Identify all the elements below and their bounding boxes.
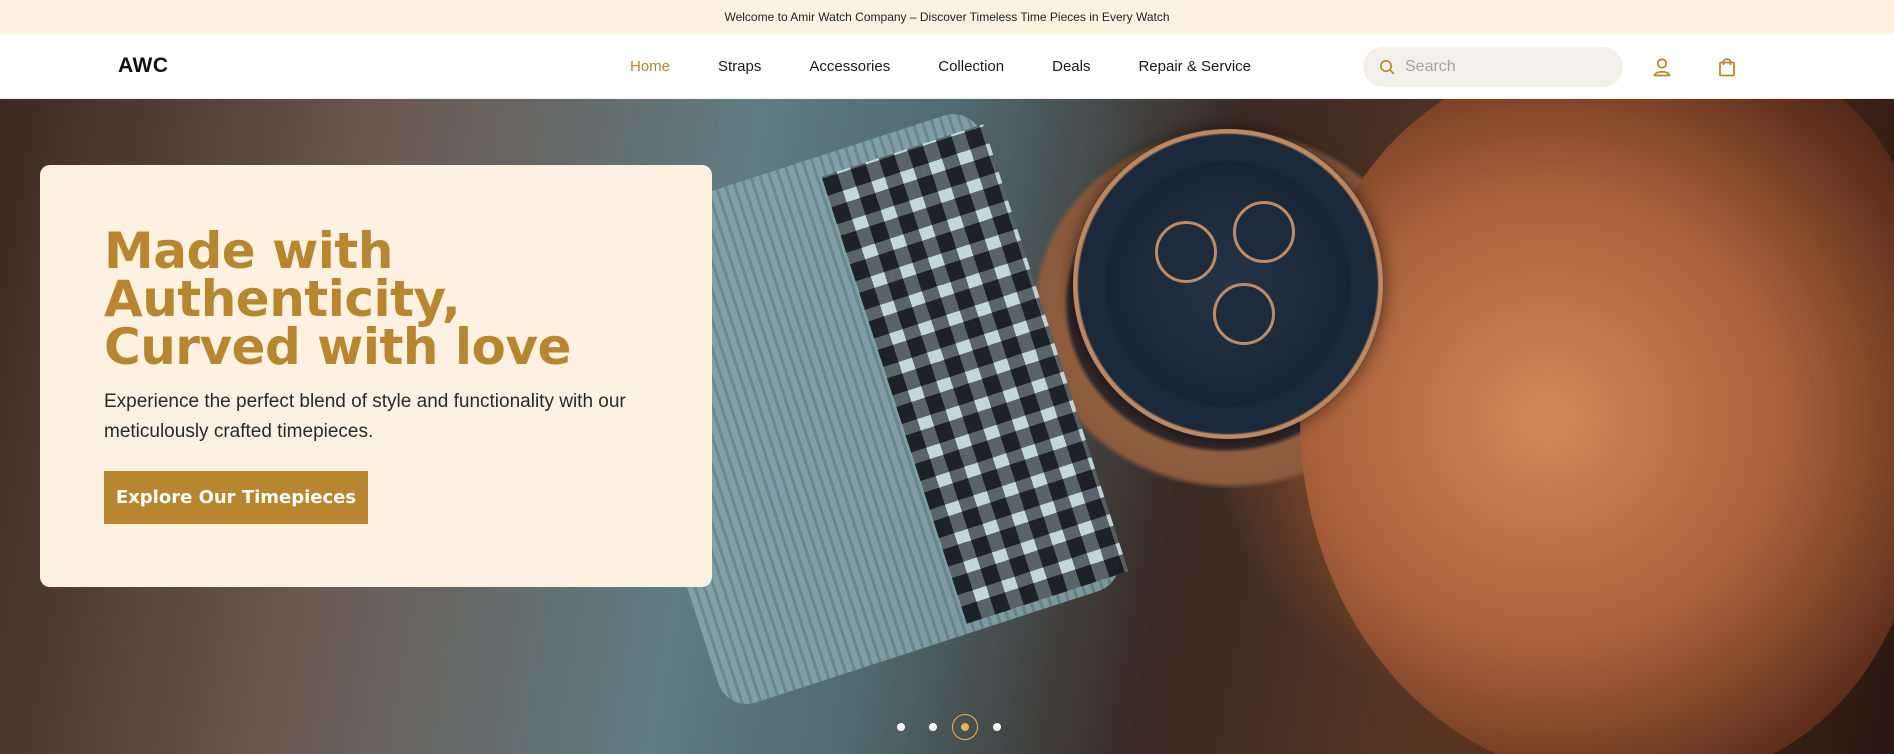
hero-card: Made with Authenticity, Curved with love… bbox=[40, 165, 712, 587]
announcement-bar: Welcome to Amir Watch Company – Discover… bbox=[0, 0, 1894, 34]
hero-subtitle: Experience the perfect blend of style an… bbox=[104, 391, 626, 442]
watch-subdial bbox=[1233, 201, 1295, 263]
nav-item-home[interactable]: Home bbox=[630, 58, 670, 75]
carousel-dot-1[interactable] bbox=[897, 723, 905, 731]
user-icon[interactable] bbox=[1651, 56, 1673, 78]
hero-title: Made with Authenticity, Curved with love bbox=[104, 222, 571, 376]
carousel-dot-2[interactable] bbox=[929, 723, 937, 731]
hand bbox=[1300, 99, 1894, 754]
search-bar[interactable] bbox=[1363, 47, 1623, 87]
search-icon bbox=[1380, 60, 1395, 75]
carousel-dots bbox=[0, 712, 1894, 742]
carousel-dot-4[interactable] bbox=[993, 723, 1001, 731]
shopping-bag-icon[interactable] bbox=[1716, 56, 1738, 78]
nav-item-straps[interactable]: Straps bbox=[718, 58, 761, 75]
nav-item-accessories[interactable]: Accessories bbox=[809, 58, 890, 75]
explore-timepieces-button[interactable]: Explore Our Timepieces bbox=[104, 471, 368, 524]
announcement-text: Welcome to Amir Watch Company – Discover… bbox=[724, 10, 1170, 24]
hero-banner: Made with Authenticity, Curved with love… bbox=[0, 99, 1894, 754]
watch-subdial bbox=[1213, 283, 1275, 345]
nav-item-deals[interactable]: Deals bbox=[1052, 58, 1090, 75]
nav-item-collection[interactable]: Collection bbox=[938, 58, 1004, 75]
logo[interactable]: AWC bbox=[118, 54, 169, 78]
nav-item-repair-service[interactable]: Repair & Service bbox=[1138, 58, 1251, 75]
main-nav: Home Straps Accessories Collection Deals… bbox=[630, 34, 1299, 99]
search-input[interactable] bbox=[1405, 58, 1605, 76]
watch-subdial bbox=[1155, 221, 1217, 283]
site-header: AWC Home Straps Accessories Collection D… bbox=[0, 34, 1894, 99]
watch-dial bbox=[1105, 161, 1351, 407]
